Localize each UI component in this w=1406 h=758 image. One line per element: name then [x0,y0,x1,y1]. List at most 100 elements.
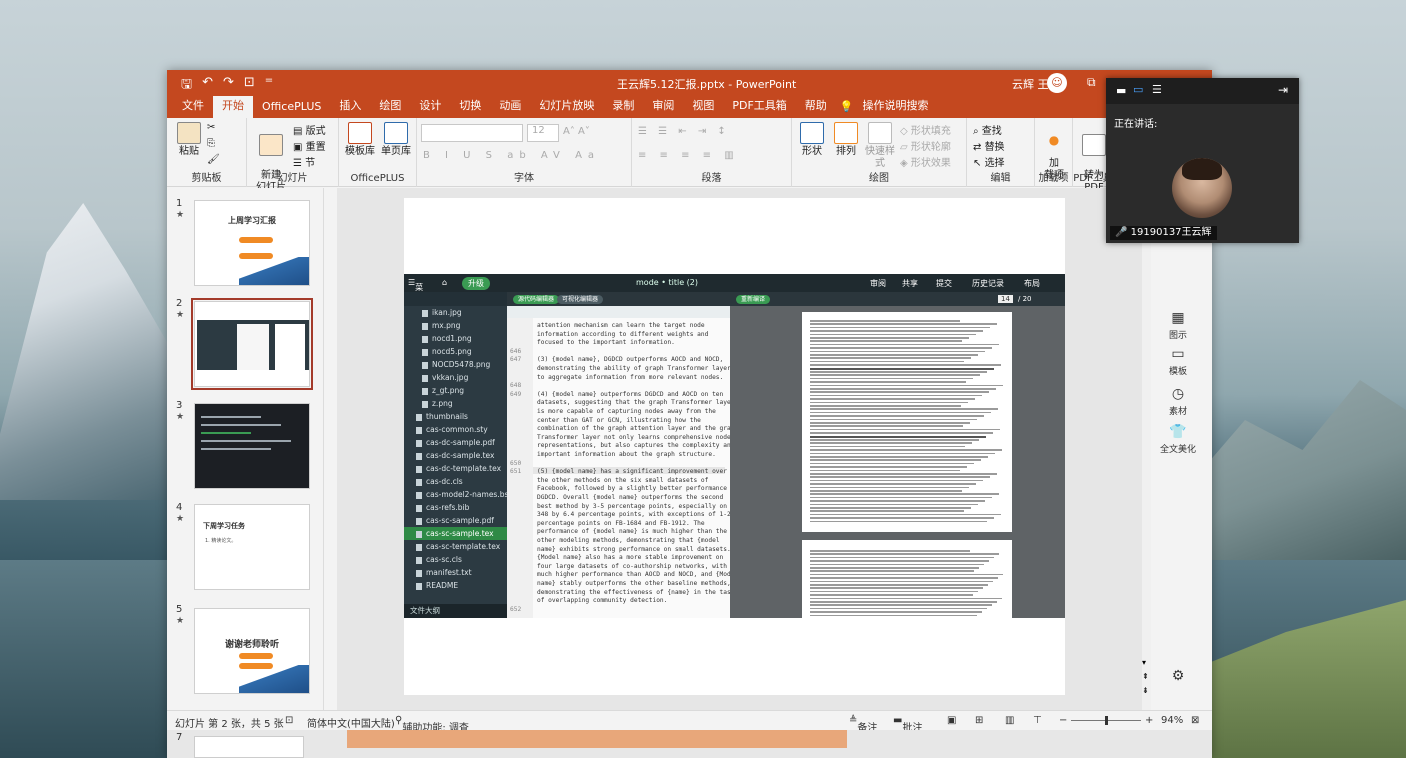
list-icons[interactable]: ☰ ☰ ⇤ ⇥ ↕ [638,126,730,137]
tell-me-search[interactable]: 操作说明搜索 [854,97,938,118]
code-line[interactable]: demonstrating the ability of graph Trans… [537,365,731,372]
file-item[interactable]: cas-sc-sample.pdf [404,514,507,527]
single-page-library-button[interactable]: 单页库 [379,122,413,158]
fit-slide-icon[interactable]: ⊠ [1191,715,1199,726]
file-item[interactable]: cas-common.sty [404,423,507,436]
code-line[interactable]: combination of the graph attention layer… [537,425,738,432]
file-item[interactable]: cas-model2-names.bst [404,488,511,501]
code-line[interactable]: attention mechanism can learn the target… [537,322,705,329]
code-line[interactable]: much higher performance than AOCD and NO… [537,571,738,578]
save-icon[interactable]: 🖫 [181,75,192,97]
code-line[interactable]: demonstrating the effectiveness of {name… [537,589,734,596]
code-line[interactable]: name} stably outperforms the other basel… [537,580,731,587]
overleaf-screenshot[interactable]: ☰ 菜单 ⌂ 升级 mode • title (2) 审阅 共享 提交 历史记录… [404,274,1065,618]
quick-style-button[interactable]: 快速样式 [862,122,898,170]
select-button[interactable]: ↖ 选择 [973,154,1005,169]
code-line[interactable]: percentage points on FB-1684 and FB-1912… [537,520,705,527]
tab-officeplus[interactable]: OfficePLUS [253,100,330,118]
file-item[interactable]: manifest.txt [404,566,507,579]
slideshow-icon[interactable]: ⊤ [1033,715,1042,726]
cut-icon[interactable]: ✂ [207,122,215,133]
code-line[interactable]: representations, but also captures the c… [537,442,734,449]
normal-view-icon[interactable]: ▣ [947,715,956,726]
template-button[interactable]: ▭ 模板 [1143,346,1213,377]
code-line[interactable]: performance of {model name} is much high… [537,528,727,535]
zoom-level[interactable]: 94% [1161,715,1183,726]
template-library-button[interactable]: 模板库 [343,122,377,158]
copy-icon[interactable]: ⎘ [207,138,215,149]
tab-review[interactable]: 审阅 [643,97,683,118]
slide-thumbnail-4[interactable]: 下周学习任务 1. 精读论文。 [194,504,310,590]
accessibility-status[interactable]: ⚲ 辅助功能: 调查 [395,715,469,734]
format-painter-icon[interactable]: 🖌 [207,154,220,165]
file-item[interactable]: cas-sc-template.tex [404,540,507,553]
tab-pdf-tools[interactable]: PDF工具箱 [723,97,795,118]
code-line[interactable]: four large datasets of co-authorship net… [537,563,727,570]
present-icon[interactable]: ⊡ [244,75,255,97]
code-line[interactable]: focused to the important information. [537,339,675,346]
shape-fill-button[interactable]: ◇ 形状填充 [900,122,951,137]
tab-view[interactable]: 视图 [683,97,723,118]
code-line[interactable]: the other methods on the six small datas… [537,477,708,484]
font-style-icons[interactable]: B I U S ab AV Aa [423,150,600,161]
file-item[interactable]: cas-dc.cls [404,475,507,488]
code-line[interactable]: datasets, suggesting that the graph Tran… [537,399,734,406]
language-status[interactable]: 简体中文(中国大陆) [307,715,395,730]
code-line[interactable]: of overlapping community detection. [537,597,667,604]
align-icons[interactable]: ≡ ≡ ≡ ≡ ▥ [638,150,739,161]
tab-help[interactable]: 帮助 [796,97,836,118]
material-button[interactable]: ◷ 素材 [1143,386,1213,417]
tab-draw[interactable]: 绘图 [370,97,410,118]
find-button[interactable]: ⌕ 查找 [973,122,1002,137]
file-item[interactable]: NOCD5478.png [404,358,507,371]
file-item[interactable]: README [404,579,507,592]
scroll-down-icon[interactable]: ▾ [1142,658,1146,667]
prev-slide-icon[interactable]: ⇞ [1142,672,1149,681]
slide-thumbnail-5[interactable]: 谢谢老师聆听 [194,608,310,694]
settings-button[interactable]: ⚙ [1143,668,1213,686]
code-line[interactable]: other modeling methods, demonstrating th… [537,537,720,544]
file-item[interactable]: cas-refs.bib [404,501,507,514]
file-item[interactable]: cas-dc-template.tex [404,462,507,475]
file-item[interactable]: cas-dc-sample.tex [404,449,507,462]
tab-file[interactable]: 文件 [173,97,213,118]
notes-button[interactable]: ≜ 备注 [849,715,877,734]
list-icon[interactable]: ☰ [1152,83,1162,96]
ribbon-display-icon[interactable]: ⧉ [1087,75,1096,90]
code-line[interactable]: center than GAT or GCN, illustrating how… [537,417,701,424]
comments-button[interactable]: ▬ 批注 [893,715,922,734]
file-item[interactable]: nocd1.png [404,332,507,345]
file-item[interactable]: thumbnails [404,410,507,423]
reading-view-icon[interactable]: ▥ [1005,715,1014,726]
tab-slideshow[interactable]: 幻灯片放映 [530,97,603,118]
grow-font-icon[interactable]: A˄ A˅ [563,126,590,137]
code-line[interactable]: is more capable of capturing nodes away … [537,408,716,415]
tab-insert[interactable]: 插入 [330,97,370,118]
spellcheck-icon[interactable]: ⊡ [285,715,293,726]
next-slide-icon[interactable]: ⇟ [1142,686,1149,695]
minimize-icon[interactable]: ▬ [1116,84,1126,97]
code-line[interactable]: {Model name} also has a more stable impr… [537,554,723,561]
file-item[interactable]: cas-sc-sample.tex [404,527,507,540]
undo-icon[interactable]: ↶ [202,75,213,97]
zoom-out-icon[interactable]: − [1059,715,1067,726]
file-item[interactable]: mx.png [404,319,507,332]
tab-record[interactable]: 录制 [603,97,643,118]
slide-sorter-icon[interactable]: ⊞ [975,715,983,726]
replace-button[interactable]: ⇄ 替换 [973,138,1005,153]
beautify-button[interactable]: 👕 全文美化 [1143,424,1213,455]
tab-transitions[interactable]: 切换 [450,97,490,118]
arrange-button[interactable]: 排列 [830,122,862,158]
slide-thumbnail-2[interactable] [191,298,313,390]
tab-design[interactable]: 设计 [410,97,450,118]
file-item[interactable]: vkkan.jpg [404,371,507,384]
zoom-slider-knob[interactable] [1105,716,1108,725]
layout-button[interactable]: ▤ 版式 [293,122,326,137]
code-line[interactable]: name} exhibits strong performance on sma… [537,546,731,553]
exit-icon[interactable]: ⇥ [1278,83,1288,97]
code-line[interactable]: 348 by 6.4 percentage points, with excep… [537,511,731,518]
meeting-overlay[interactable]: ▬ ▭ ☰ ⇥ 正在讲话: 🎤 19190137王云辉 [1106,78,1299,243]
shapes-button[interactable]: 形状 [796,122,828,158]
code-line[interactable]: Transformer layer not only learns compre… [537,434,731,441]
code-line[interactable]: (5) {model name} has a significant impro… [537,468,727,475]
